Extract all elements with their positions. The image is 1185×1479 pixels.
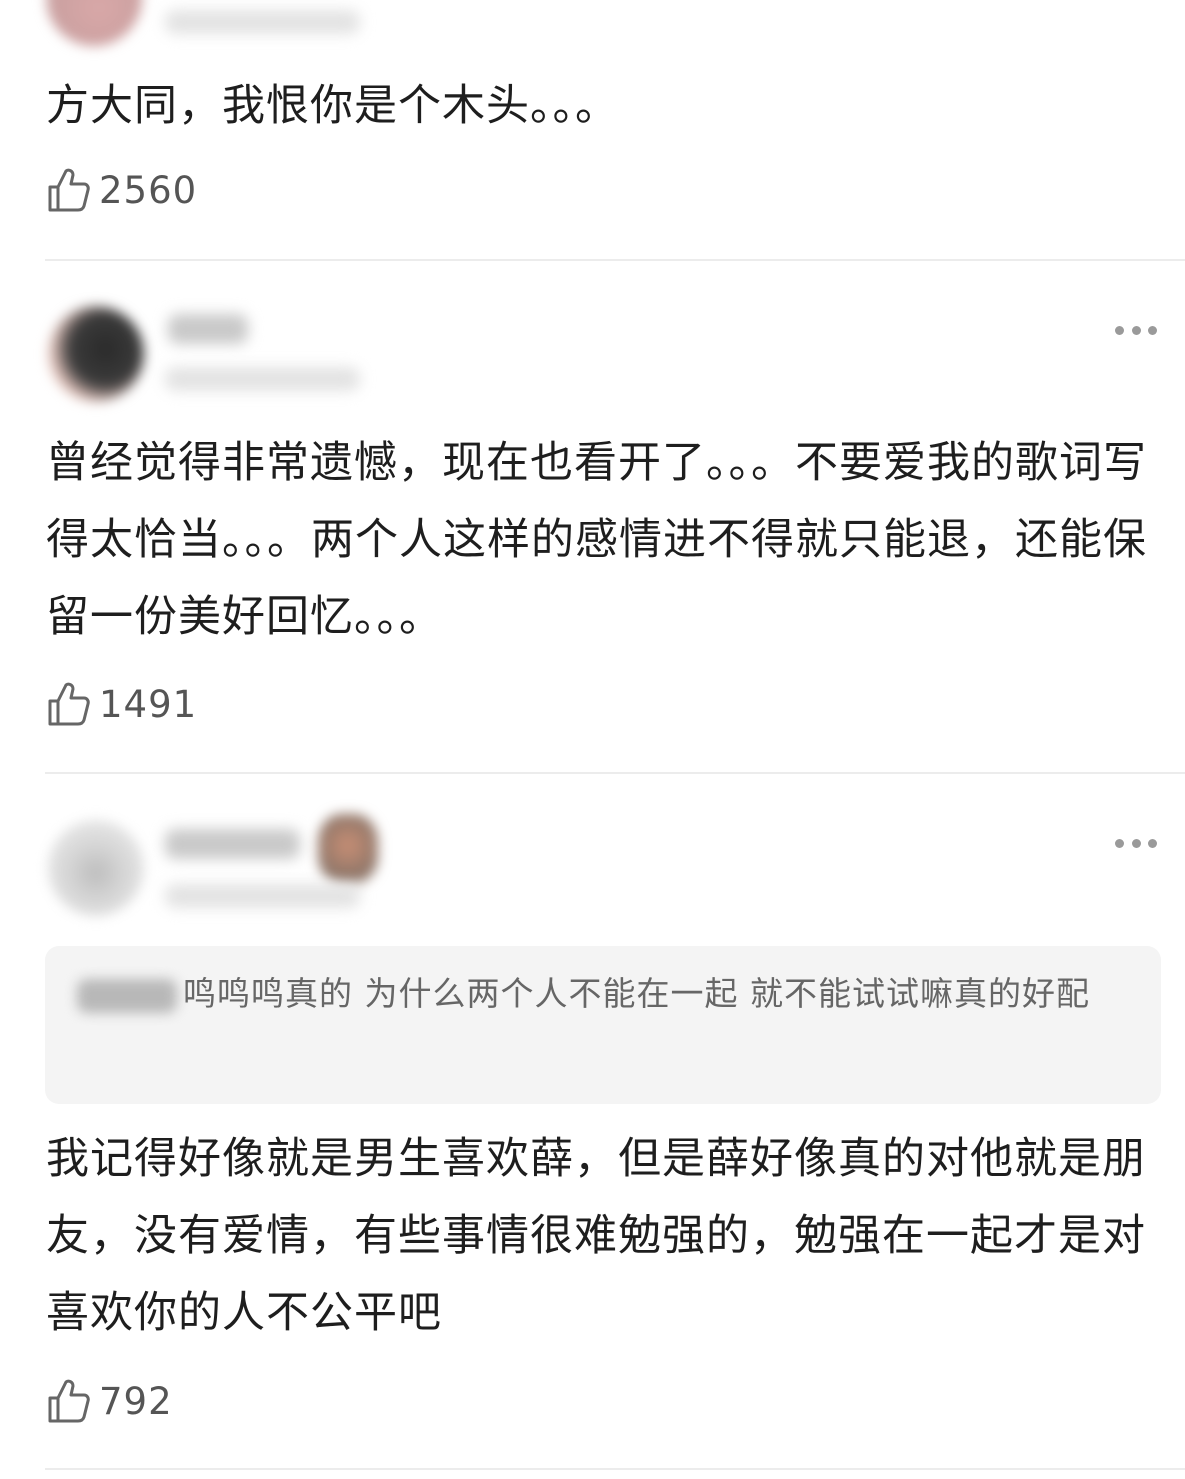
comment-timestamp [165,884,360,908]
comment-item-1: 方大同，我恨你是个木头。。。 2560 [0,0,1185,262]
thumbs-up-icon [48,1379,90,1423]
more-dots-icon [1131,838,1141,848]
more-dots-icon [1148,325,1157,335]
quoted-reply[interactable]: 鸣鸣鸣真的 为什么两个人不能在一起 就不能试试嘛真的好配 [45,946,1161,1104]
username[interactable] [168,314,248,344]
username[interactable] [165,829,300,859]
like-button[interactable]: 2560 [47,165,197,215]
comment-text: 曾经觉得非常遗憾，现在也看开了。。。不要爱我的歌词写得太恰当。。。两个人这样的感… [46,438,1147,642]
avatar[interactable] [48,820,144,916]
thumbs-up-icon [48,682,90,726]
comment-item-2: 曾经觉得非常遗憾，现在也看开了。。。不要爱我的歌词写得太恰当。。。两个人这样的感… [0,262,1185,774]
user-badge-icon [318,814,378,884]
quoted-reply-content: 鸣鸣鸣真的 为什么两个人不能在一起 就不能试试嘛真的好配 [183,974,1090,1013]
thumbs-up-icon [48,168,90,212]
like-button[interactable]: 792 [47,1376,173,1426]
like-count: 792 [99,1379,173,1423]
comment-text: 方大同，我恨你是个木头。。。 [46,81,619,131]
like-count: 1491 [99,682,198,726]
more-options-button[interactable] [1115,325,1157,335]
quoted-reply-text: 鸣鸣鸣真的 为什么两个人不能在一起 就不能试试嘛真的好配 [77,964,1137,1024]
like-button[interactable]: 1491 [47,679,197,729]
quoted-username[interactable] [77,978,177,1013]
comment-text: 我记得好像就是男生喜欢薛，但是薛好像真的对他就是朋友，没有爱情，有些事情很难勉强… [46,1134,1146,1338]
avatar[interactable] [46,0,142,46]
more-dots-icon [1115,325,1124,335]
more-dots-icon [1115,838,1124,848]
comment-timestamp [165,10,360,34]
divider [45,1468,1185,1470]
divider [45,259,1185,261]
more-dots-icon [1131,325,1141,335]
more-options-button[interactable] [1115,838,1157,848]
comment-timestamp [165,367,360,391]
comment-item-3: 鸣鸣鸣真的 为什么两个人不能在一起 就不能试试嘛真的好配 我记得好像就是男生喜欢… [0,774,1185,1479]
avatar[interactable] [48,306,144,402]
more-dots-icon [1148,838,1157,848]
like-count: 2560 [99,168,198,212]
